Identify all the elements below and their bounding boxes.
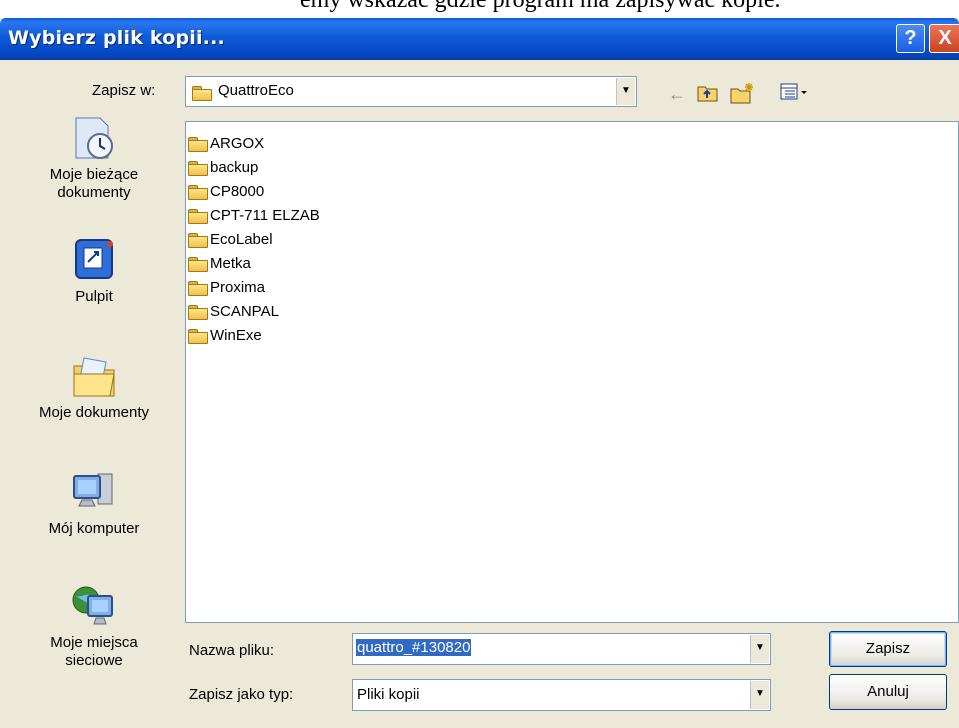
folder-icon (188, 160, 208, 176)
help-button[interactable]: ? (896, 24, 925, 53)
save-in-value: QuattroEco (218, 82, 294, 99)
place-label: Moje miejsca sieciowe (50, 634, 138, 669)
filename-value: quattro_#130820 (356, 639, 472, 656)
filename-input[interactable]: quattro_#130820 (352, 633, 771, 665)
folder-item[interactable]: Metka (188, 252, 251, 276)
place-label: Pulpit (75, 288, 113, 305)
folder-item[interactable]: WinExe (188, 324, 262, 348)
folder-item[interactable]: EcoLabel (188, 228, 273, 252)
new-folder-icon[interactable] (730, 82, 756, 106)
save-in-dropdown[interactable]: QuattroEco (185, 76, 637, 107)
dialog-title: Wybierz plik kopii... (8, 27, 225, 49)
folder-icon (188, 208, 208, 224)
desktop-icon (70, 236, 118, 284)
folder-icon (192, 85, 212, 101)
folder-icon (188, 232, 208, 248)
filetype-label: Zapisz jako typ: (189, 686, 294, 703)
place-recent-documents[interactable]: Moje bieżące dokumenty (24, 114, 164, 202)
folder-item[interactable]: SCANPAL (188, 300, 279, 324)
close-button[interactable]: X (929, 24, 959, 53)
place-label: Moje dokumenty (38, 404, 150, 421)
title-bar[interactable]: Wybierz plik kopii... ? X (0, 18, 959, 60)
network-places-icon (70, 582, 118, 630)
folder-icon (188, 184, 208, 200)
cancel-button[interactable]: Anuluj (829, 674, 947, 710)
folder-item[interactable]: Proxima (188, 276, 265, 300)
folder-item[interactable]: CP8000 (188, 180, 264, 204)
folder-icon (188, 304, 208, 320)
up-folder-icon[interactable] (697, 82, 719, 106)
chevron-down-icon[interactable] (750, 681, 769, 709)
place-desktop[interactable]: Pulpit (24, 236, 164, 306)
place-network[interactable]: Moje miejsca sieciowe (24, 582, 164, 670)
recent-documents-icon (70, 114, 118, 162)
my-computer-icon (70, 468, 118, 516)
file-list[interactable]: ARGOX backup CP8000 CPT-711 ELZAB EcoLab… (185, 121, 959, 623)
place-label: Moje bieżące dokumenty (49, 166, 139, 201)
folder-icon (188, 280, 208, 296)
chevron-down-icon[interactable] (750, 635, 769, 663)
folder-icon (188, 256, 208, 272)
folder-item[interactable]: backup (188, 156, 258, 180)
folder-icon (188, 136, 208, 152)
view-menu-icon[interactable] (780, 82, 810, 106)
chevron-down-icon[interactable] (616, 78, 635, 105)
place-label: Mój komputer (48, 520, 140, 537)
folder-icon (188, 328, 208, 344)
save-button[interactable]: Zapisz (829, 631, 947, 667)
filename-label: Nazwa pliku: (189, 642, 275, 659)
folder-item[interactable]: ARGOX (188, 132, 264, 156)
back-arrow-icon[interactable]: ← (668, 82, 686, 106)
my-documents-icon (70, 352, 118, 400)
filetype-dropdown[interactable]: Pliki kopii (352, 679, 771, 711)
save-in-label: Zapisz w: (92, 82, 156, 99)
folder-item[interactable]: CPT-711 ELZAB (188, 204, 320, 228)
filetype-value: Pliki kopii (357, 686, 420, 703)
place-my-documents[interactable]: Moje dokumenty (24, 352, 164, 422)
place-my-computer[interactable]: Mój komputer (24, 468, 164, 538)
save-file-dialog: Wybierz plik kopii... ? X Zapisz w: Quat… (0, 18, 959, 728)
